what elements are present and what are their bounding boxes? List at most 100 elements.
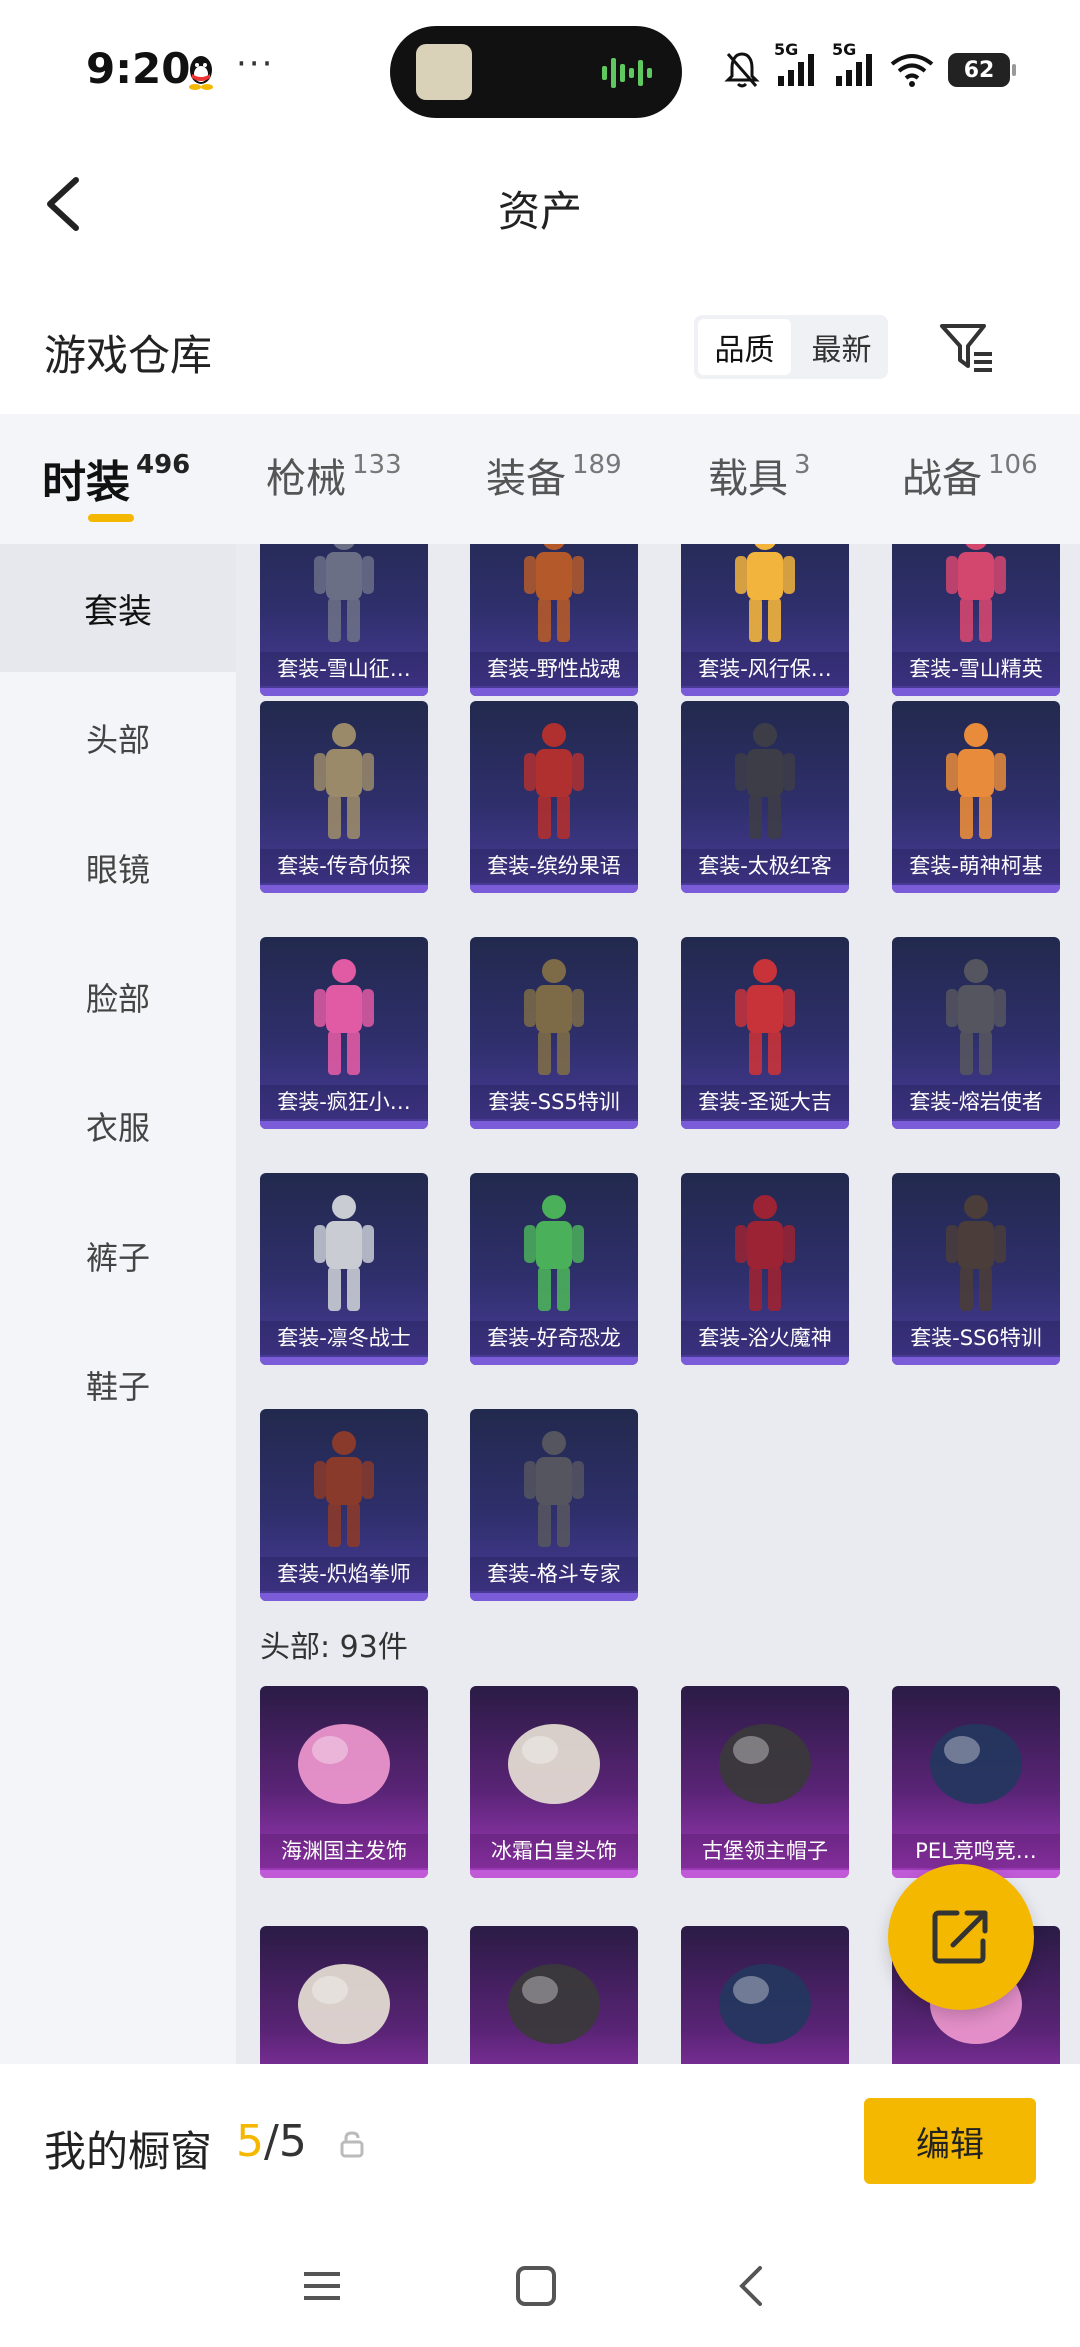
suit-card[interactable]: 套装-凛冬战士 [260,1173,428,1365]
item-art [508,1964,600,2044]
suit-card[interactable]: 套装-好奇恐龙 [470,1173,638,1365]
item-label: 套装-风行保… [681,652,849,686]
item-label: 套装-疯狂小… [260,1085,428,1119]
item-art [735,544,795,642]
suit-card[interactable]: 套装-风行保… [681,544,849,696]
warehouse-title: 游戏仓库 [44,331,213,380]
suit-card[interactable]: 套装-格斗专家 [470,1409,638,1601]
tab-fashion[interactable]: 时装 496 [42,446,190,510]
head-card[interactable] [260,1926,428,2064]
sidebar-item-face[interactable]: 脸部 [0,933,236,1061]
audio-wave-icon [602,58,652,88]
rarity-bar [681,885,849,893]
item-art [298,1724,390,1804]
item-label: 海渊国主发饰 [260,1834,428,1868]
rarity-bar [260,1870,428,1878]
item-label: 套装-野性战魂 [470,652,638,686]
suit-card[interactable]: 套装-疯狂小… [260,937,428,1129]
rarity-bar [892,1357,1060,1365]
rarity-bar [892,688,1060,696]
suit-card[interactable]: 套装-SS6特训 [892,1173,1060,1365]
nav-bar: 资产 [0,140,1080,270]
page-title: 资产 [497,187,582,236]
tab-equipment[interactable]: 装备 189 [486,446,622,504]
item-art [735,723,795,839]
tab-label: 载具 [708,456,788,502]
head-card[interactable]: 古堡领主帽子 [681,1686,849,1878]
sort-toggle: 品质 最新 [694,315,888,379]
showcase-bar: 我的橱窗 5/5 编辑 [0,2064,1080,2230]
sort-latest-option[interactable]: 最新 [795,315,888,379]
sidebar-item-head[interactable]: 头部 [0,674,236,802]
suit-card[interactable]: 套装-野性战魂 [470,544,638,696]
menu-icon[interactable] [294,2258,350,2314]
edit-button[interactable]: 编辑 [864,2098,1036,2184]
head-card[interactable]: 海渊国主发饰 [260,1686,428,1878]
suit-card[interactable]: 套装-太极红客 [681,701,849,893]
suit-card[interactable]: 套装-圣诞大吉 [681,937,849,1129]
suit-card[interactable]: 套装-传奇侦探 [260,701,428,893]
filter-icon[interactable] [938,318,996,376]
suit-card[interactable]: 套装-炽焰拳师 [260,1409,428,1601]
status-time: 9:20 [86,44,191,93]
tab-vehicles[interactable]: 载具 3 [708,446,811,504]
sidebar-item-glasses[interactable]: 眼镜 [0,804,236,932]
item-art [524,1195,584,1311]
tab-guns[interactable]: 枪械 133 [266,446,402,504]
head-card[interactable]: 冰霜白皇头饰 [470,1686,638,1878]
item-art [524,544,584,642]
item-art [719,1724,811,1804]
suit-card[interactable]: 套装-萌神柯基 [892,701,1060,893]
suit-card[interactable]: 套装-浴火魔神 [681,1173,849,1365]
showcase-total: /5 [264,2116,307,2167]
item-art [508,1724,600,1804]
head-card[interactable]: PEL竞鸣竞… [892,1686,1060,1878]
item-art [314,1195,374,1311]
warehouse-header: 游戏仓库 品质 最新 [0,290,1080,410]
item-label: 套装-太极红客 [681,849,849,883]
item-label: PEL竞鸣竞… [892,1834,1060,1868]
item-art [930,1724,1022,1804]
share-button[interactable] [888,1864,1034,2010]
wifi-icon [890,54,934,87]
sidebar-item-clothes[interactable]: 衣服 [0,1062,236,1190]
tab-count: 106 [988,450,1038,480]
tab-count: 496 [136,450,191,480]
lock-icon [340,2131,364,2158]
rarity-bar [892,885,1060,893]
suit-card[interactable]: 套装-雪山精英 [892,544,1060,696]
rarity-bar [681,1870,849,1878]
rarity-bar [470,885,638,893]
head-card[interactable] [681,1926,849,2064]
showcase-used: 5 [236,2116,264,2167]
item-art [314,959,374,1075]
item-label: 套装-好奇恐龙 [470,1321,638,1355]
item-art [946,544,1006,642]
active-tab-indicator [88,514,134,522]
rarity-bar [681,688,849,696]
rarity-bar [681,1357,849,1365]
suit-card[interactable]: 套装-熔岩使者 [892,937,1060,1129]
net-label-1: 5G [774,40,799,59]
tab-label: 时装 [42,457,130,508]
qq-icon [189,56,213,90]
more-notifications-icon: ··· [236,44,275,84]
system-nav-bar [0,2230,1080,2347]
sidebar-item-shoes[interactable]: 鞋子 [0,1321,236,1449]
sidebar-item-suits[interactable]: 套装 [0,544,236,672]
item-art [946,1195,1006,1311]
item-label: 套装-萌神柯基 [892,849,1060,883]
home-icon[interactable] [508,2258,564,2314]
sidebar-item-pants[interactable]: 裤子 [0,1192,236,1320]
sort-quality-option[interactable]: 品质 [698,319,791,375]
item-label: 套装-SS5特训 [470,1085,638,1119]
system-back-icon[interactable] [724,2258,780,2314]
signal-5g-1: 5G [774,40,818,92]
item-label: 套装-凛冬战士 [260,1321,428,1355]
status-bar: 9:20 ··· 5G 5G 62 [0,0,1080,140]
suit-card[interactable]: 套装-雪山征… [260,544,428,696]
suit-card[interactable]: 套装-缤纷果语 [470,701,638,893]
head-card[interactable] [470,1926,638,2064]
suit-card[interactable]: 套装-SS5特训 [470,937,638,1129]
tab-supplies[interactable]: 战备 106 [902,446,1038,504]
